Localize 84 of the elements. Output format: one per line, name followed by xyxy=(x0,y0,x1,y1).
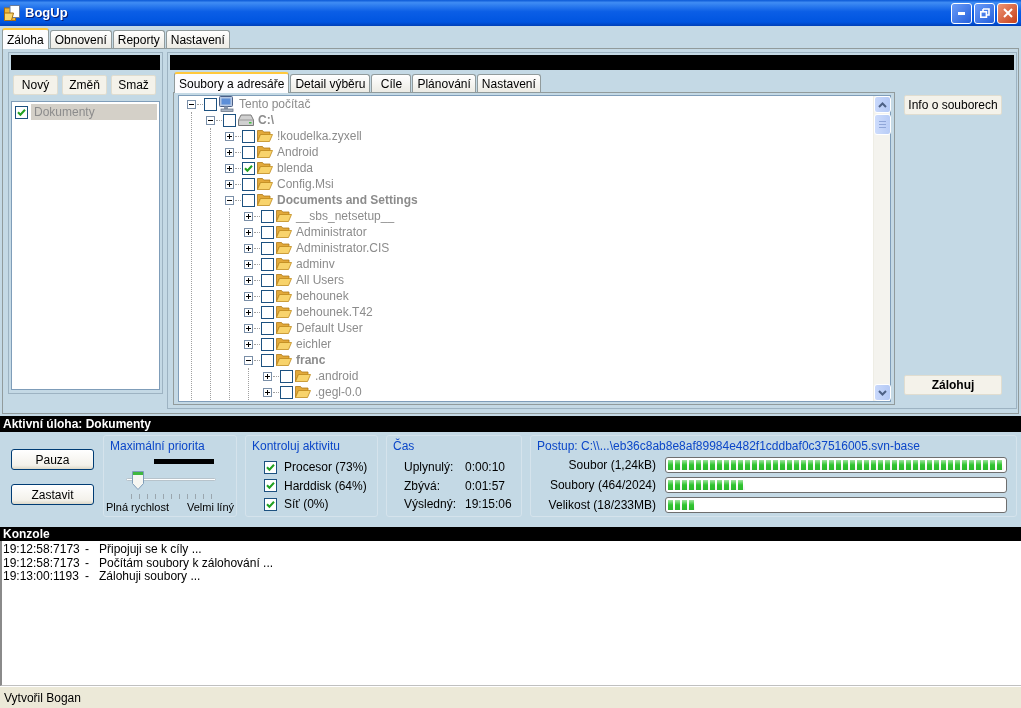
checkbox[interactable] xyxy=(264,497,277,511)
tab[interactable]: Nastavení xyxy=(165,30,230,48)
scroll-up-button[interactable] xyxy=(874,96,891,113)
folder-icon xyxy=(295,370,311,382)
group-title: Postup: C:\\...\eb36c8ab8e8af89984e482f1cddbaf0c37516005.svn-base xyxy=(537,439,921,453)
restore-button[interactable] xyxy=(974,2,995,24)
folder-icon xyxy=(276,242,292,254)
indicator-bar xyxy=(154,459,214,464)
close-button[interactable] xyxy=(997,2,1018,24)
time-label: Výsledný: xyxy=(404,497,458,512)
checkbox-label: Harddisk (64%) xyxy=(284,478,367,493)
restore-icon xyxy=(979,8,990,18)
checkbox-label: Síť (0%) xyxy=(284,497,329,512)
action-button[interactable]: Pauza xyxy=(11,449,94,470)
tab[interactable]: Plánování xyxy=(412,74,476,92)
tab[interactable]: Obnovení xyxy=(49,30,112,48)
group-title: Čas xyxy=(393,439,416,453)
folder-icon xyxy=(276,274,292,286)
folder-icon xyxy=(4,5,20,21)
slider-thumb[interactable] xyxy=(132,471,145,490)
slider-label: Velmi líný xyxy=(186,501,234,514)
group-title: Maximální priorita xyxy=(110,439,206,453)
time-label: Uplynulý: xyxy=(404,460,455,475)
folder-icon xyxy=(276,322,292,334)
minimize-icon xyxy=(958,11,965,15)
folder-icon xyxy=(257,130,273,142)
log-message: Zálohuji soubory ... xyxy=(99,570,201,584)
tick-marks-icon xyxy=(131,494,212,499)
log-separator: - xyxy=(85,556,90,570)
checkbox-label: Procesor (73%) xyxy=(284,460,368,475)
folder-icon xyxy=(276,290,292,302)
progress-label: Soubor (1,24kB) xyxy=(567,458,657,472)
time-value: 19:15:06 xyxy=(465,497,512,512)
folder-icon xyxy=(295,386,311,398)
log-separator: - xyxy=(85,570,90,584)
folder-icon xyxy=(257,146,273,158)
folder-icon xyxy=(276,354,292,366)
folder-icon xyxy=(257,178,273,190)
time-value: 0:00:10 xyxy=(465,460,506,475)
folder-icon xyxy=(276,338,292,350)
section-header: Konzole xyxy=(0,527,1021,541)
chevron-up-icon xyxy=(878,101,887,108)
computer-icon xyxy=(219,96,235,112)
log-message: Připojuji se k cíly ... xyxy=(99,543,202,557)
tab[interactable]: Záloha xyxy=(2,28,49,49)
folder-icon xyxy=(257,194,273,206)
drive-icon xyxy=(238,114,254,126)
tab[interactable]: Cíle xyxy=(371,74,412,92)
tab[interactable]: Reporty xyxy=(112,30,165,48)
info-button[interactable]: Info o souborech xyxy=(904,95,1002,115)
group-title: Kontroluj aktivitu xyxy=(252,439,342,453)
folder-icon xyxy=(276,306,292,318)
section-header: Aktivní úloha: Dokumenty xyxy=(0,416,1021,432)
folder-icon xyxy=(276,258,292,270)
folder-icon xyxy=(276,210,292,222)
vertical-scrollbar[interactable] xyxy=(873,96,890,401)
log-time: 19:13:00:1193 xyxy=(3,570,80,584)
folder-icon xyxy=(257,162,273,174)
progress-label: Soubory (464/2024) xyxy=(548,478,657,492)
log-time: 19:12:58:7173 xyxy=(3,556,81,570)
progress-label: Velikost (18/233MB) xyxy=(547,498,657,512)
log-separator: - xyxy=(85,543,90,557)
scroll-down-button[interactable] xyxy=(874,384,891,401)
tab[interactable]: Detail výběru xyxy=(290,74,371,92)
checkbox[interactable] xyxy=(264,460,277,474)
chevron-down-icon xyxy=(878,389,887,396)
log-time: 19:12:58:7173 xyxy=(3,543,81,557)
log-message: Počítám soubory k zálohování ... xyxy=(99,556,274,570)
window-title: BogUp xyxy=(25,6,68,20)
checkbox[interactable] xyxy=(264,479,277,493)
time-label: Zbývá: xyxy=(404,478,441,493)
folder-icon xyxy=(276,226,292,238)
status-text: Vytvořil Bogan xyxy=(4,691,81,705)
backup-button[interactable]: Zálohuj xyxy=(904,375,1002,395)
slider-label: Plná rychlost xyxy=(106,501,169,514)
minimize-button[interactable] xyxy=(951,2,972,24)
close-icon xyxy=(1002,8,1013,18)
time-value: 0:01:57 xyxy=(465,478,506,493)
grip-icon xyxy=(879,121,886,128)
slider-track[interactable] xyxy=(126,470,216,499)
tab[interactable]: Nastavení xyxy=(476,74,541,92)
tab[interactable]: Soubory a adresáře xyxy=(174,72,290,93)
action-button[interactable]: Zastavit xyxy=(11,484,94,505)
scroll-thumb[interactable] xyxy=(874,114,891,135)
